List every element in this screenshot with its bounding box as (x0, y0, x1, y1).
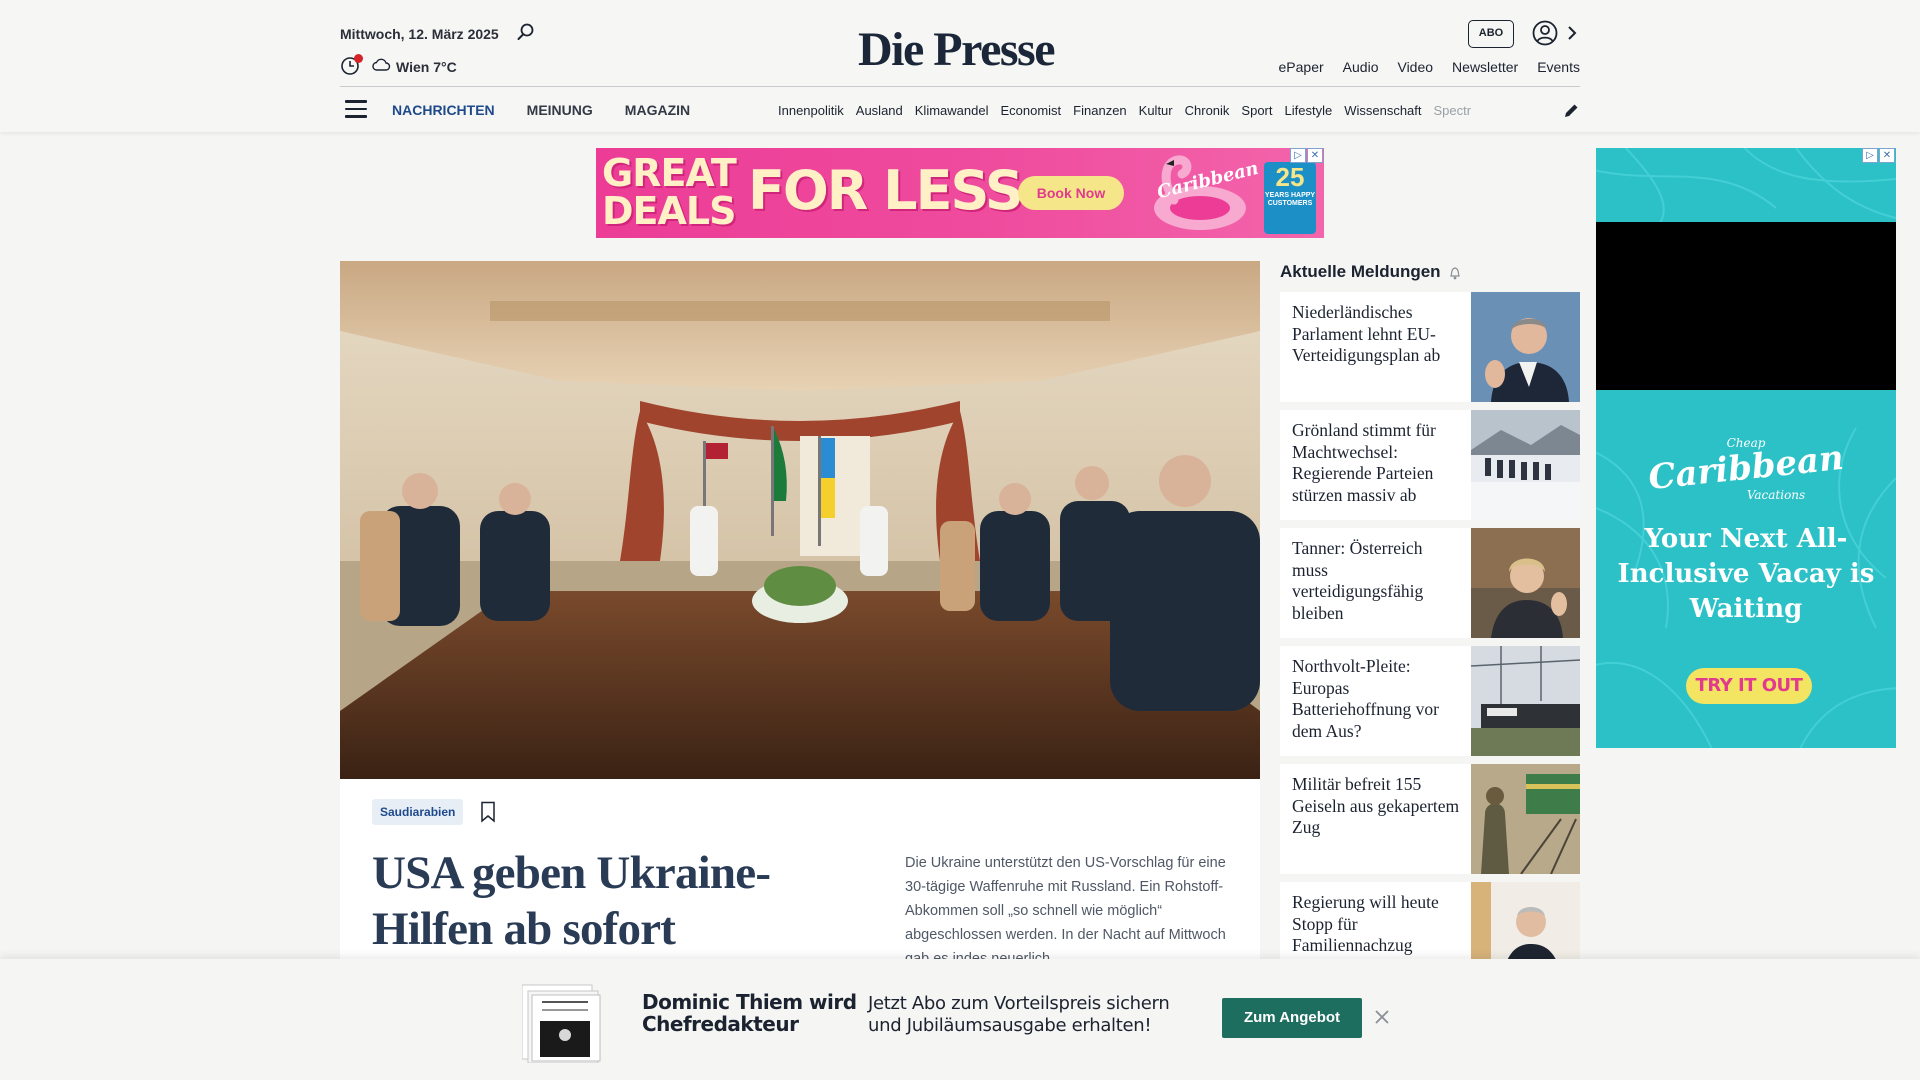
hero-headline[interactable]: USA geben Ukraine-Hilfen ab sofort (372, 845, 832, 957)
site-logo[interactable]: Die Presse (858, 22, 1056, 77)
news-item-title: Niederländisches Parlament lehnt EU-Vert… (1292, 302, 1441, 365)
news-item-title: Regierung will heute Stopp für Familienn… (1292, 892, 1439, 955)
news-item[interactable]: Militär befreit 155 Geiseln aus gekapert… (1280, 764, 1580, 874)
news-item[interactable]: Grönland stimmt für Machtwechsel: Regier… (1280, 410, 1580, 520)
banner-ad[interactable]: GREAT DEALS FOR LESS Book Now Caribbean … (596, 148, 1324, 238)
service-links: ePaper Audio Video Newsletter Events (1279, 59, 1580, 75)
nav-finanzen[interactable]: Finanzen (1073, 103, 1126, 118)
menu-icon[interactable] (345, 100, 367, 118)
news-thumbnail (1471, 646, 1580, 756)
promo-headline: Dominic Thiem wird Chefredakteur (642, 990, 857, 1036)
search-icon[interactable] (516, 22, 536, 42)
adchoices-icon[interactable]: ▷ (1290, 148, 1306, 163)
nav-nachrichten[interactable]: NACHRICHTEN (392, 102, 495, 118)
ad-anniversary-badge: 25 YEARS HAPPY CUSTOMERS (1264, 162, 1316, 234)
promo-text: Jetzt Abo zum Vorteilspreis sichern und … (868, 993, 1170, 1036)
nav-economist[interactable]: Economist (1000, 103, 1061, 118)
section-nav: Innenpolitik Ausland Klimawandel Economi… (778, 103, 1548, 118)
badge-number: 25 (1275, 162, 1305, 192)
news-item[interactable]: Tanner: Österreich muss verteidigungsfäh… (1280, 528, 1580, 638)
news-ticker-list: Niederländisches Parlament lehnt EU-Vert… (1280, 292, 1580, 1000)
ad-close-icon[interactable]: ✕ (1879, 148, 1895, 163)
link-audio[interactable]: Audio (1343, 59, 1379, 75)
newspaper-stack-illustration (522, 984, 601, 1063)
site-header: Mittwoch, 12. März 2025 Wien 7°C Die Pre… (0, 0, 1920, 132)
ad-brand-sub: Vacations (1746, 488, 1806, 502)
news-item-title: Militär befreit 155 Geiseln aus gekapert… (1292, 774, 1460, 837)
nav-ausland[interactable]: Ausland (856, 103, 903, 118)
news-item[interactable]: Northvolt-Pleite: Europas Batteriehoffnu… (1280, 646, 1580, 756)
bookmark-icon[interactable] (480, 801, 496, 823)
link-newsletter[interactable]: Newsletter (1452, 59, 1518, 75)
news-ticker-heading: Aktuelle Meldungen (1280, 262, 1441, 281)
ad-book-now-button[interactable]: Book Now (1018, 176, 1124, 210)
ad-headline-2: DEALS (602, 189, 736, 233)
ad-headline-1: GREAT (602, 151, 737, 195)
adchoices-icon[interactable]: ▷ (1862, 148, 1878, 163)
nav-innenpolitik[interactable]: Innenpolitik (778, 103, 844, 118)
link-video[interactable]: Video (1397, 59, 1433, 75)
close-icon[interactable] (1374, 1009, 1390, 1025)
badge-text: YEARS HAPPY CUSTOMERS (1264, 192, 1316, 207)
header-inner: Mittwoch, 12. März 2025 Wien 7°C Die Pre… (340, 0, 1580, 132)
nav-spectrum[interactable]: Spectr (1434, 103, 1472, 118)
hero-lead-text: Die Ukraine unterstützt den US-Vorschlag… (905, 855, 1226, 967)
nav-klimawandel[interactable]: Klimawandel (915, 103, 989, 118)
news-item-title: Tanner: Österreich muss verteidigungsfäh… (1292, 538, 1424, 623)
chevron-right-icon[interactable] (1566, 24, 1578, 42)
news-item[interactable]: Niederländisches Parlament lehnt EU-Vert… (1280, 292, 1580, 402)
link-epaper[interactable]: ePaper (1279, 59, 1324, 75)
hero-photo-meeting-room (340, 261, 1260, 779)
user-account-icon[interactable] (1532, 20, 1558, 46)
news-item-title: Northvolt-Pleite: Europas Batteriehoffnu… (1292, 656, 1439, 741)
abo-button[interactable]: ABO (1468, 20, 1514, 48)
subscription-promo-bar: Dominic Thiem wird Chefredakteur Jetzt A… (0, 959, 1920, 1080)
nav-wissenschaft[interactable]: Wissenschaft (1344, 103, 1421, 118)
ad-headline-3: FOR LESS (748, 159, 1024, 222)
nav-meinung[interactable]: MEINUNG (527, 102, 593, 118)
pencil-icon[interactable] (1562, 102, 1580, 120)
topic-tag[interactable]: Saudiarabien (372, 799, 464, 825)
skyscraper-ad[interactable]: Cheap Caribbean Vacations Your Next All-… (1596, 148, 1896, 748)
news-thumbnail (1471, 528, 1580, 638)
ad-try-it-out-button[interactable]: TRY IT OUT (1686, 668, 1812, 704)
nav-chronik[interactable]: Chronik (1185, 103, 1230, 118)
header-divider (340, 86, 1580, 87)
nav-magazin[interactable]: MAGAZIN (625, 102, 690, 118)
ad-video-player[interactable] (1596, 222, 1896, 390)
current-date: Mittwoch, 12. März 2025 (340, 26, 499, 42)
nav-lifestyle[interactable]: Lifestyle (1285, 103, 1333, 118)
bell-icon (1450, 267, 1460, 280)
news-thumbnail (1471, 292, 1580, 402)
zum-angebot-button[interactable]: Zum Angebot (1222, 998, 1362, 1038)
news-thumbnail (1471, 764, 1580, 874)
notification-dot (354, 54, 363, 63)
nav-kultur[interactable]: Kultur (1139, 103, 1173, 118)
nav-sport[interactable]: Sport (1241, 103, 1272, 118)
cloud-icon (372, 58, 391, 71)
hero-image[interactable] (340, 261, 1260, 779)
link-events[interactable]: Events (1537, 59, 1580, 75)
weather-label[interactable]: Wien 7°C (396, 59, 457, 75)
main-nav: NACHRICHTEN MEINUNG MAGAZIN (392, 102, 690, 118)
news-item-title: Grönland stimmt für Machtwechsel: Regier… (1292, 420, 1436, 505)
news-thumbnail (1471, 410, 1580, 520)
ad-tagline: Your Next All-Inclusive Vacay is Waiting (1617, 524, 1875, 624)
ad-close-icon[interactable]: ✕ (1307, 148, 1323, 163)
